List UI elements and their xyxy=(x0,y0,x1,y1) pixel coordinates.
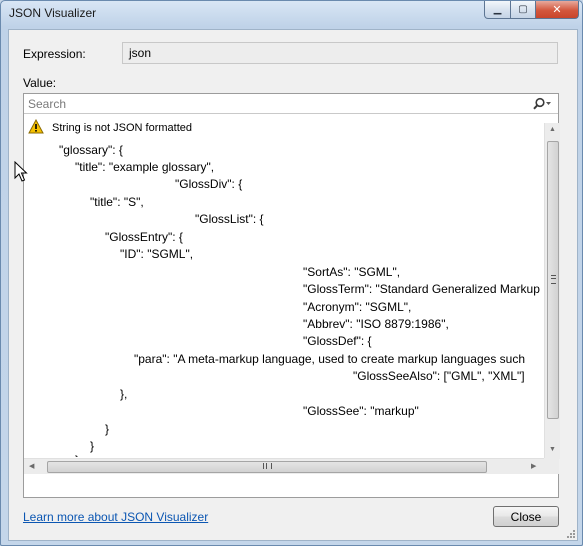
maximize-button[interactable]: ▢ xyxy=(510,1,536,19)
code-line: "GlossSee": "markup" xyxy=(303,404,419,418)
expression-label: Expression: xyxy=(23,47,86,61)
code-line: "GlossTerm": "Standard Generalized Marku… xyxy=(303,282,540,296)
learn-more-link[interactable]: Learn more about JSON Visualizer xyxy=(23,510,208,524)
minimize-button[interactable]: ▁ xyxy=(484,1,511,19)
close-window-button[interactable]: ✕ xyxy=(535,1,579,19)
scroll-right-icon[interactable]: ▶ xyxy=(531,462,536,470)
warning-message: String is not JSON formatted xyxy=(52,122,192,134)
code-line: }, xyxy=(120,387,128,401)
horizontal-scroll-thumb[interactable] xyxy=(47,461,487,473)
vertical-scrollbar[interactable]: ▲ ▼ xyxy=(544,123,560,459)
close-button[interactable]: Close xyxy=(493,506,559,527)
code-line: } xyxy=(75,452,79,457)
code-line: "SortAs": "SGML", xyxy=(303,265,401,279)
code-line: "Acronym": "SGML", xyxy=(303,300,412,314)
dialog-body: Expression: json Value: Search String is… xyxy=(8,29,578,541)
scroll-left-icon[interactable]: ◀ xyxy=(29,462,34,470)
code-line: "GlossDiv": { xyxy=(175,177,243,191)
warning-row: String is not JSON formatted xyxy=(28,118,192,137)
expression-field[interactable]: json xyxy=(122,42,558,64)
code-line: "GlossList": { xyxy=(195,212,264,226)
json-visualizer-window: JSON Visualizer ▁ ▢ ✕ Expression: json V… xyxy=(0,0,583,546)
vertical-scroll-thumb[interactable] xyxy=(547,141,559,419)
window-title: JSON Visualizer xyxy=(9,6,97,20)
scrollbar-corner xyxy=(544,458,559,474)
code-line: "glossary": { xyxy=(59,143,123,157)
value-label: Value: xyxy=(23,76,57,90)
code-line: "title": "S", xyxy=(90,195,144,209)
scroll-up-icon[interactable]: ▲ xyxy=(549,126,556,133)
search-input[interactable] xyxy=(26,95,530,112)
horizontal-scrollbar[interactable]: ◀ ▶ xyxy=(24,458,558,474)
search-bar xyxy=(24,94,558,114)
code-line: "para": "A meta-markup language, used to… xyxy=(134,352,526,366)
code-line: "GlossSeeAlso": ["GML", "XML"] xyxy=(353,369,525,383)
json-text-view[interactable]: "glossary": { "title": "example glossary… xyxy=(24,139,542,457)
code-line: "GlossDef": { xyxy=(303,334,372,348)
scroll-down-icon[interactable]: ▼ xyxy=(549,446,556,453)
resize-grip-icon[interactable] xyxy=(566,529,576,539)
code-line: "title": "example glossary", xyxy=(75,160,215,174)
warning-icon xyxy=(28,118,44,137)
code-line: } xyxy=(90,439,95,453)
code-line: "Abbrev": "ISO 8879:1986", xyxy=(303,317,449,331)
code-line: } xyxy=(105,422,110,436)
code-line: "GlossEntry": { xyxy=(105,230,183,244)
mouse-cursor-icon xyxy=(14,161,28,182)
value-panel: String is not JSON formatted "glossary":… xyxy=(23,93,560,498)
code-line: "ID": "SGML", xyxy=(120,247,194,261)
search-icon[interactable] xyxy=(532,97,552,111)
